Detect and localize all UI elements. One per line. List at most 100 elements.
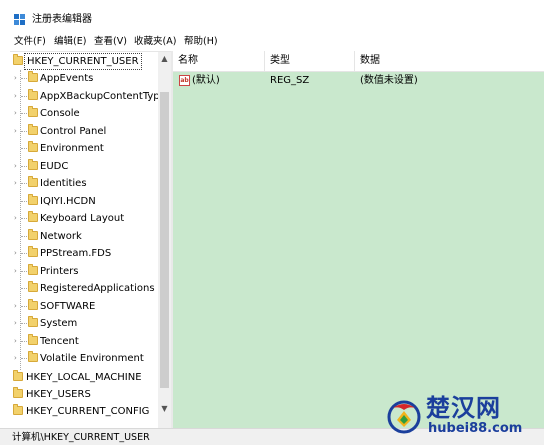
folder-icon (28, 316, 38, 327)
scroll-up-arrow-icon[interactable]: ▲ (158, 52, 171, 66)
tree-item[interactable]: › PPStream.FDS (10, 245, 158, 262)
expand-chevron-icon[interactable]: › (14, 301, 20, 311)
values-list[interactable]: 名称 类型 数据 ab (默认) REG_SZ (数值未设置) (173, 51, 544, 428)
tree-item-label[interactable]: RegisteredApplications (38, 281, 157, 296)
tree-item[interactable]: › EUDC (10, 158, 158, 175)
expand-chevron-icon[interactable]: › (14, 73, 20, 83)
folder-icon (28, 141, 38, 152)
tree-item-label[interactable]: PPStream.FDS (38, 246, 113, 261)
expand-chevron-icon[interactable]: › (14, 91, 20, 101)
tree-item[interactable]: › AppEvents (10, 70, 158, 87)
tree-item-label[interactable]: Printers (38, 264, 80, 279)
folder-icon (28, 158, 38, 170)
tree-root-label[interactable]: HKEY_CURRENT_CONFIG (24, 404, 151, 419)
tree-item-label[interactable]: Volatile Environment (38, 351, 146, 366)
value-type: REG_SZ (270, 75, 310, 86)
tree-item-label[interactable]: Keyboard Layout (38, 211, 126, 226)
tree-item[interactable]: › Tencent (10, 333, 158, 350)
tree-item[interactable]: › Volatile Environment (10, 350, 158, 367)
tree-item[interactable]: › Printers (10, 263, 158, 280)
tree-item[interactable]: › Console (10, 105, 158, 122)
folder-icon (28, 123, 38, 135)
scroll-thumb[interactable] (160, 92, 169, 388)
watermark: 楚汉网 hubei88.com (384, 394, 544, 442)
tree-item[interactable]: › SOFTWARE (10, 298, 158, 315)
column-data-header[interactable]: 数据 (355, 51, 544, 71)
column-name-header[interactable]: 名称 (173, 51, 265, 71)
registry-editor-window: 注册表编辑器 文件(F) 编辑(E) 查看(V) 收藏夹(A) 帮助(H) HK… (0, 0, 544, 445)
tree-item-label[interactable]: Console (38, 106, 82, 121)
tree-root-hklm[interactable]: HKEY_LOCAL_MACHINE (10, 369, 158, 386)
expand-chevron-icon[interactable]: › (14, 213, 20, 223)
menu-bar: 文件(F) 编辑(E) 查看(V) 收藏夹(A) 帮助(H) (0, 34, 544, 50)
tree-root-label[interactable]: HKEY_USERS (24, 387, 93, 402)
tree-item[interactable]: › System (10, 315, 158, 332)
tree-root-hkcc[interactable]: HKEY_CURRENT_CONFIG (10, 403, 158, 420)
tree-item[interactable]: Environment (10, 140, 158, 157)
column-type-header[interactable]: 类型 (265, 51, 355, 71)
folder-icon (13, 54, 23, 65)
tree-item[interactable]: › Keyboard Layout (10, 210, 158, 227)
expand-chevron-icon[interactable]: › (14, 318, 20, 328)
tree-item[interactable]: Network (10, 228, 158, 245)
tree-item-label[interactable]: Identities (38, 176, 89, 191)
menu-edit[interactable]: 编辑(E) (54, 34, 86, 50)
tree-item-label[interactable]: SOFTWARE (38, 299, 97, 314)
tree-root-label[interactable]: HKEY_CURRENT_USER (24, 53, 142, 70)
folder-icon (28, 351, 38, 362)
expand-chevron-icon[interactable]: › (14, 178, 20, 188)
tree-item-label[interactable]: AppXBackupContentType (38, 89, 168, 104)
expand-chevron-icon[interactable]: › (14, 248, 20, 258)
tree-item-label[interactable]: Network (38, 229, 84, 244)
expand-chevron-icon[interactable]: › (14, 108, 20, 118)
folder-icon (28, 263, 38, 275)
value-name: (默认) (192, 75, 220, 86)
tree-root-hkcu[interactable]: HKEY_CURRENT_USER (10, 53, 158, 70)
string-value-icon: ab (179, 75, 190, 86)
tree-item[interactable]: › Control Panel (10, 123, 158, 140)
menu-help[interactable]: 帮助(H) (184, 34, 218, 50)
tree-item[interactable]: › Identities (10, 175, 158, 192)
list-header: 名称 类型 数据 (173, 51, 544, 72)
folder-icon (13, 387, 23, 398)
tree-item-label[interactable]: Tencent (38, 334, 81, 349)
tree-root-label[interactable]: HKEY_LOCAL_MACHINE (24, 370, 144, 385)
folder-icon (13, 404, 23, 415)
tree-root-hku[interactable]: HKEY_USERS (10, 386, 158, 403)
folder-icon (28, 88, 38, 100)
expand-chevron-icon[interactable]: › (14, 126, 20, 136)
status-path: 计算机\HKEY_CURRENT_USER (12, 432, 150, 443)
scroll-down-arrow-icon[interactable]: ▼ (158, 402, 171, 416)
folder-icon (28, 228, 38, 240)
folder-icon (28, 246, 38, 257)
watermark-url: hubei88.com (428, 421, 523, 436)
folder-icon (13, 370, 23, 381)
expand-chevron-icon[interactable]: › (14, 161, 20, 171)
registry-editor-icon (14, 14, 25, 25)
expand-chevron-icon[interactable]: › (14, 266, 20, 276)
tree-item[interactable]: IQIYI.HCDN (10, 193, 158, 210)
tree-item-label[interactable]: IQIYI.HCDN (38, 194, 98, 209)
tree-item[interactable]: › AppXBackupContentType (10, 88, 166, 105)
expand-chevron-icon[interactable]: › (14, 336, 20, 346)
folder-icon (28, 333, 38, 345)
registry-tree[interactable]: HKEY_CURRENT_USER › AppEvents › AppXBackupC… (10, 51, 171, 429)
tree-item-label[interactable]: EUDC (38, 159, 70, 174)
tree-item-label[interactable]: System (38, 316, 79, 331)
tree-item-label[interactable]: Control Panel (38, 124, 108, 139)
tree-scrollbar[interactable]: ▲ ▼ (158, 52, 171, 429)
menu-file[interactable]: 文件(F) (14, 34, 46, 50)
title-bar: 注册表编辑器 (0, 0, 544, 32)
folder-icon (28, 176, 38, 187)
list-item[interactable]: ab (默认) REG_SZ (数值未设置) (173, 72, 544, 90)
expand-chevron-icon[interactable]: › (14, 353, 20, 363)
tree-item-label[interactable]: AppEvents (38, 71, 95, 86)
menu-view[interactable]: 查看(V) (94, 34, 127, 50)
window-title: 注册表编辑器 (32, 14, 92, 25)
menu-favorites[interactable]: 收藏夹(A) (134, 34, 176, 50)
value-data: (数值未设置) (360, 75, 418, 86)
tree-item-label[interactable]: Environment (38, 141, 106, 156)
tree-item[interactable]: RegisteredApplications (10, 280, 158, 297)
folder-icon (28, 281, 38, 292)
folder-icon (28, 71, 38, 82)
